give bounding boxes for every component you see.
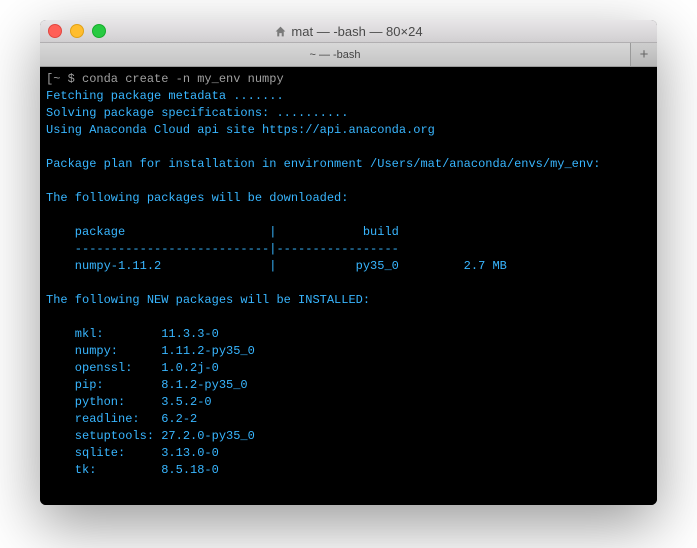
add-tab-button[interactable]: +: [631, 43, 657, 66]
term-line: tk: 8.5.18-0: [46, 463, 219, 477]
term-line: Solving package specifications: ........…: [46, 106, 348, 120]
term-line: The following NEW packages will be INSTA…: [46, 293, 370, 307]
home-icon: [274, 25, 287, 38]
plus-icon: +: [640, 46, 649, 63]
term-line: numpy-1.11.2 | py35_0 2.7 MB: [46, 259, 507, 273]
terminal-body[interactable]: [~ $ conda create -n my_env numpy Fetchi…: [40, 67, 657, 505]
tab-label: ~ — -bash: [309, 49, 360, 61]
term-line: openssl: 1.0.2j-0: [46, 361, 219, 375]
term-line: Using Anaconda Cloud api site https://ap…: [46, 123, 435, 137]
tab-bash[interactable]: ~ — -bash: [40, 43, 631, 66]
minimize-button[interactable]: [70, 24, 84, 38]
close-button[interactable]: [48, 24, 62, 38]
term-line: mkl: 11.3.3-0: [46, 327, 219, 341]
term-line: The following packages will be downloade…: [46, 191, 348, 205]
term-line: Fetching package metadata .......: [46, 89, 284, 103]
term-line: pip: 8.1.2-py35_0: [46, 378, 248, 392]
term-line: numpy: 1.11.2-py35_0: [46, 344, 255, 358]
terminal-output: [~ $ conda create -n my_env numpy Fetchi…: [46, 71, 651, 479]
window-title: mat — -bash — 80×24: [40, 24, 657, 39]
term-line: sqlite: 3.13.0-0: [46, 446, 219, 460]
terminal-window: mat — -bash — 80×24 ~ — -bash + [~ $ con…: [40, 20, 657, 505]
term-line: package | build: [46, 225, 399, 239]
term-line: ---------------------------|------------…: [46, 242, 399, 256]
maximize-button[interactable]: [92, 24, 106, 38]
prompt-line: [~ $ conda create -n my_env numpy: [46, 72, 284, 86]
traffic-lights: [48, 24, 106, 38]
titlebar[interactable]: mat — -bash — 80×24: [40, 20, 657, 43]
window-title-text: mat — -bash — 80×24: [291, 24, 422, 39]
term-line: setuptools: 27.2.0-py35_0: [46, 429, 255, 443]
term-line: python: 3.5.2-0: [46, 395, 212, 409]
tabbar: ~ — -bash +: [40, 43, 657, 67]
term-line: readline: 6.2-2: [46, 412, 197, 426]
term-line: Package plan for installation in environ…: [46, 157, 601, 171]
